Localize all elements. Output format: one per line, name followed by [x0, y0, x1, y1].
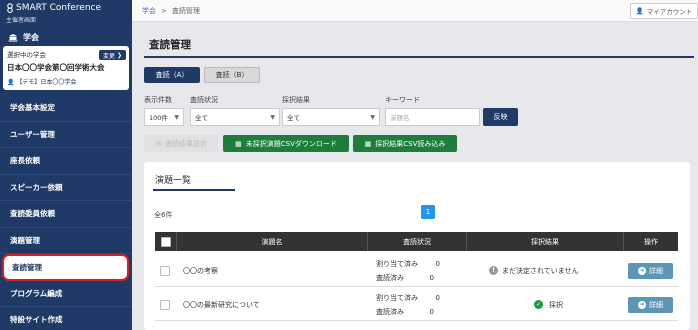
- keyword-label: キーワード: [385, 96, 420, 104]
- spreadsheet-icon: ▦: [235, 139, 242, 148]
- sidebar-item-review-management[interactable]: 査読管理: [2, 254, 129, 281]
- chevron-down-icon: ▼: [174, 114, 179, 121]
- chevron-down-icon: ▼: [370, 114, 375, 121]
- page-button-1[interactable]: 1: [421, 205, 435, 219]
- list-title-underline: [153, 189, 235, 191]
- detail-button[interactable]: ➜ 詳細: [628, 262, 673, 279]
- spreadsheet-icon: ▦: [364, 139, 372, 148]
- breadcrumb-separator: >: [161, 6, 167, 15]
- conference-name: 日本〇〇学会第〇回学術大会: [7, 63, 105, 72]
- brand: SMART Conference 主催者画面: [0, 0, 132, 28]
- main-content: 査読管理 査読（A） 査読（B） 表示件数 100件 ▼ 査読状況 全て ▼ 採択結…: [132, 22, 698, 330]
- user-label: 【デモ】日本〇〇学会: [16, 79, 77, 86]
- row-checkbox[interactable]: [160, 265, 170, 276]
- sidebar-item-basic-settings[interactable]: 学会基本設定: [0, 95, 132, 122]
- apply-filter-button[interactable]: 反映: [483, 108, 518, 126]
- arrow-right-icon: ➜: [638, 266, 646, 275]
- result-select[interactable]: 全て ▼: [282, 108, 380, 126]
- logo-icon: [7, 3, 13, 13]
- result-cell: ! まだ決定されていません: [489, 255, 579, 286]
- status-label: 査読状況: [190, 96, 218, 104]
- count-select[interactable]: 100件 ▼: [144, 108, 184, 126]
- sidebar-item-reviewer-request[interactable]: 査読委員依頼: [0, 201, 132, 228]
- sidebar-item-abstract-management[interactable]: 演題管理: [0, 228, 132, 254]
- select-all-checkbox[interactable]: [160, 236, 171, 247]
- account-button[interactable]: 👤 マイアカウント: [630, 3, 698, 19]
- conference-selector: 選択中の学会 変更 ❯ 日本〇〇学会第〇回学術大会 👤 【デモ】日本〇〇学会: [3, 46, 129, 90]
- chevron-right-icon: ❯: [115, 51, 122, 59]
- check-circle-icon: ✓: [534, 300, 543, 309]
- mail-icon: ✉: [155, 139, 161, 148]
- title-divider: [144, 56, 694, 58]
- table-header: 演題名 査読状況 採択結果 操作: [155, 232, 678, 251]
- section-header: 学会: [0, 28, 132, 46]
- list-title: 演題一覧: [155, 176, 192, 186]
- breadcrumb-root[interactable]: 学会: [142, 6, 156, 16]
- status-select[interactable]: 全て ▼: [190, 108, 280, 126]
- total-count: 全6件: [154, 211, 173, 219]
- sidebar: SMART Conference 主催者画面 学会 選択中の学会 変更 ❯ 日本…: [0, 0, 132, 330]
- import-csv-button[interactable]: ▦ 採択結果CSV読み込み: [353, 135, 457, 152]
- sidebar-item-chair-request[interactable]: 座長依頼: [0, 148, 132, 175]
- sidebar-item-program[interactable]: プログラム編成: [0, 281, 132, 307]
- result-cell: ✓ 採択: [534, 300, 563, 309]
- col-result: 採択結果: [467, 232, 624, 251]
- topbar: 学会 > 査読管理 👤 マイアカウント: [132, 0, 698, 22]
- sidebar-item-speaker-request[interactable]: スピーカー依頼: [0, 175, 132, 201]
- page-title: 査読管理: [149, 39, 191, 51]
- arrow-right-icon: ➜: [638, 300, 646, 309]
- abstract-list-card: 演題一覧 全6件 1 演題名 査読状況 採択結果 操作 〇〇の考察 割り当て済み…: [144, 162, 690, 330]
- table-row: 〇〇の考察 割り当て済み 0 査読済み 0 ! まだ決定されていません ➜ 詳細: [155, 255, 678, 287]
- detail-button[interactable]: ➜ 詳細: [628, 296, 673, 313]
- send-result-button[interactable]: ✉ 査読結果送信: [144, 135, 218, 152]
- academy-icon: [8, 33, 18, 41]
- user-icon: 👤: [635, 7, 644, 15]
- col-action: 操作: [644, 237, 658, 246]
- row-checkbox[interactable]: [160, 299, 170, 310]
- tab-review-b[interactable]: 査読（B）: [204, 67, 260, 83]
- role-label: 主催者画面: [6, 17, 37, 24]
- sidebar-nav: 学会基本設定 ユーザー管理 座長依頼 スピーカー依頼 査読委員依頼 演題管理 査…: [0, 95, 132, 330]
- count-label: 表示件数: [144, 96, 172, 104]
- col-status: 査読状況: [368, 232, 467, 251]
- abstract-name: 〇〇の考察: [183, 266, 218, 275]
- result-label: 採択結果: [282, 96, 310, 104]
- brand-name: SMART Conference: [16, 3, 102, 13]
- table-row: 〇〇の最新研究について 割り当て済み 0 査読済み 0 ✓ 採択 ➜ 詳細: [155, 289, 678, 321]
- abstract-name: 〇〇の最新研究について: [183, 300, 260, 309]
- review-status: 割り当て済み 0 査読済み 0: [376, 259, 440, 282]
- section-label: 学会: [23, 32, 39, 42]
- sidebar-item-special-site[interactable]: 特設サイト作成: [0, 307, 132, 330]
- change-button[interactable]: 変更 ❯: [99, 50, 126, 60]
- review-status: 割り当て済み 0 査読済み 0: [376, 293, 440, 316]
- sidebar-item-user-management[interactable]: ユーザー管理: [0, 122, 132, 148]
- col-name: 演題名: [177, 232, 368, 251]
- info-icon: !: [489, 266, 498, 275]
- tab-review-a[interactable]: 査読（A）: [144, 67, 200, 83]
- breadcrumb-current: 査読管理: [171, 6, 200, 15]
- download-csv-button[interactable]: ▦ 未採択演題CSVダウンロード: [223, 135, 349, 152]
- chevron-down-icon: ▼: [270, 114, 275, 121]
- keyword-input[interactable]: 演題名: [385, 108, 480, 126]
- user-icon: 👤: [7, 79, 17, 86]
